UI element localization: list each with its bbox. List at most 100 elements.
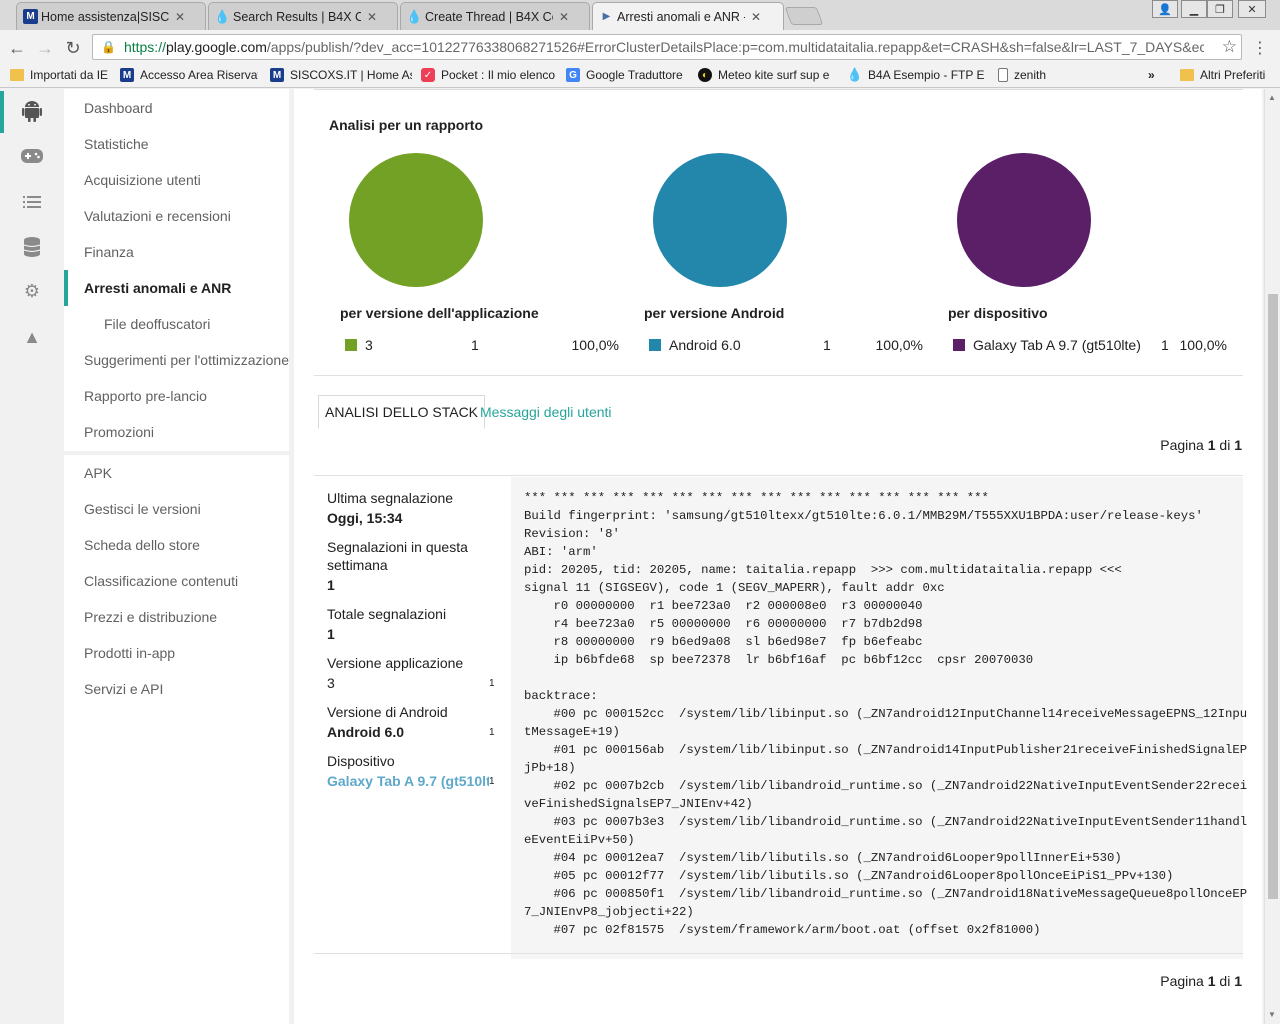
kite-icon: ◐ xyxy=(698,68,712,82)
legend-row: 3 1 100,0% xyxy=(345,337,621,355)
legend-swatch xyxy=(953,339,965,351)
lock-icon: 🔒 xyxy=(101,40,116,54)
crash-summary: Ultima segnalazione Oggi, 15:34 Segnalaz… xyxy=(314,477,510,959)
sidebar-item-pricing-distribution[interactable]: Prezzi e distribuzione xyxy=(64,599,289,635)
sidebar-item-statistics[interactable]: Statistiche xyxy=(64,126,289,162)
play-console-favicon-icon: ▶ xyxy=(602,11,611,22)
tab-stack-analysis[interactable]: ANALISI DELLO STACK xyxy=(318,395,486,429)
tab-title: Home assistenza|SISCOX xyxy=(41,9,169,24)
android-version-count: 1 xyxy=(489,727,495,738)
address-bar[interactable]: 🔒 https://play.google.com/apps/publish/?… xyxy=(92,34,1242,60)
minimize-icon[interactable]: ▁ xyxy=(1181,0,1207,18)
pocket-icon: ✓ xyxy=(421,68,435,82)
sidebar-item-user-acquisition[interactable]: Acquisizione utenti xyxy=(64,162,289,198)
device-pie xyxy=(957,153,1091,287)
tab-user-messages[interactable]: Messaggi degli utenti xyxy=(480,395,612,429)
sidebar-item-deobfuscation-files[interactable]: File deoffuscatori xyxy=(64,306,289,342)
bookmark-star-icon[interactable]: ☆ xyxy=(1222,37,1237,57)
close-icon[interactable]: ✕ xyxy=(367,10,377,24)
siscox-favicon-icon: M xyxy=(120,68,134,82)
sidebar-item-optimization-tips[interactable]: Suggerimenti per l'ottimizzazione xyxy=(64,342,289,378)
legend-row: Android 6.0 1 100,0% xyxy=(649,337,925,355)
page-scrollbar[interactable]: ▲ ▼ xyxy=(1264,89,1280,1024)
user-profile-icon[interactable]: 👤 xyxy=(1152,0,1178,18)
browser-tab[interactable]: M Home assistenza|SISCOX ✕ xyxy=(16,2,206,30)
device-link[interactable]: Galaxy Tab A 9.7 (gt510lte) xyxy=(327,773,489,789)
close-icon[interactable]: ✕ xyxy=(751,10,761,24)
scroll-thumb[interactable] xyxy=(1268,294,1278,899)
scroll-up-icon[interactable]: ▲ xyxy=(1268,93,1276,102)
folder-icon xyxy=(1180,69,1194,81)
sidebar-item-finance[interactable]: Finanza xyxy=(64,234,289,270)
app-version-heading: per versione dell'applicazione xyxy=(340,305,539,321)
bookmark-item[interactable]: zenith xyxy=(998,68,1046,82)
app-icon-rail: ⚙ ▲ xyxy=(0,89,64,1024)
browser-tab[interactable]: 💧 Create Thread | B4X Com ✕ xyxy=(400,2,590,30)
sidebar-item-store-listing[interactable]: Scheda dello store xyxy=(64,527,289,563)
scroll-down-icon[interactable]: ▼ xyxy=(1268,1010,1276,1019)
bookmark-item[interactable]: M SISCOXS.IT | Home As xyxy=(270,68,412,82)
list-icon[interactable] xyxy=(20,190,44,214)
device-count: 1 xyxy=(489,776,495,787)
rail-active-indicator xyxy=(0,91,4,133)
reload-icon[interactable]: ↻ xyxy=(62,37,84,59)
legend-percent: 100,0% xyxy=(571,337,619,353)
device-label: Dispositivo xyxy=(327,753,395,769)
gear-icon[interactable]: ⚙ xyxy=(20,279,44,303)
tab-title: Search Results | B4X Com xyxy=(233,9,361,24)
back-arrow-icon[interactable]: ← xyxy=(6,37,28,59)
weekly-reports-label: Segnalazioni in questa settimana xyxy=(327,539,468,573)
nav-group-release: APK Gestisci le versioni Scheda dello st… xyxy=(64,455,289,708)
browser-tab-bar: M Home assistenza|SISCOX ✕ 💧 Search Resu… xyxy=(0,0,1280,30)
android-version-heading: per versione Android xyxy=(644,305,785,321)
device-heading: per dispositivo xyxy=(948,305,1048,321)
legend-percent: 100,0% xyxy=(1179,337,1227,353)
app-version-pie xyxy=(349,153,483,287)
bookmark-item[interactable]: 💧 B4A Esempio - FTP Es xyxy=(846,67,984,82)
sidebar-item-promotions[interactable]: Promozioni xyxy=(64,414,289,450)
bookmark-item[interactable]: ◐ Meteo kite surf sup e xyxy=(698,68,829,82)
close-icon[interactable]: ✕ xyxy=(175,10,185,24)
b4x-favicon-icon: 💧 xyxy=(846,67,864,82)
pagination-bottom: Pagina 1 di 1 xyxy=(1160,973,1242,989)
tab-title: Create Thread | B4X Com xyxy=(425,9,553,24)
gamepad-icon[interactable] xyxy=(20,144,44,168)
database-icon[interactable] xyxy=(20,235,44,259)
new-tab-button[interactable] xyxy=(784,7,824,25)
bookmark-item[interactable]: Importati da IE xyxy=(10,68,108,82)
sidebar-item-services-apis[interactable]: Servizi e API xyxy=(64,671,289,707)
close-window-icon[interactable]: ✕ xyxy=(1238,0,1266,18)
nav-group-app: Dashboard Statistiche Acquisizione utent… xyxy=(64,89,289,451)
stack-trace-panel: *** *** *** *** *** *** *** *** *** *** … xyxy=(511,477,1247,959)
more-bookmarks-button[interactable]: » xyxy=(1148,68,1155,82)
sidebar-item-ratings-reviews[interactable]: Valutazioni e recensioni xyxy=(64,198,289,234)
browser-menu-icon[interactable]: ⋮ xyxy=(1252,38,1268,58)
sidebar-item-content-rating[interactable]: Classificazione contenuti xyxy=(64,563,289,599)
total-reports-label: Totale segnalazioni xyxy=(327,606,447,622)
bookmark-item[interactable]: M Accesso Area Riservat xyxy=(120,68,258,82)
warning-icon[interactable]: ▲ xyxy=(20,325,44,349)
legend-row: Galaxy Tab A 9.7 (gt510lte) 1 100,0% xyxy=(953,337,1229,355)
sidebar-item-pre-launch-report[interactable]: Rapporto pre-lancio xyxy=(64,378,289,414)
nav-filler xyxy=(64,708,289,1024)
sidebar-item-apk[interactable]: APK xyxy=(64,455,289,491)
folder-icon xyxy=(10,69,24,81)
address-url[interactable]: https://play.google.com/apps/publish/?de… xyxy=(124,39,1204,55)
sidebar-item-dashboard[interactable]: Dashboard xyxy=(64,90,289,126)
restore-icon[interactable]: ❐ xyxy=(1207,0,1233,18)
browser-tab-active[interactable]: ▶ Arresti anomali e ANR - ✕ xyxy=(592,2,784,30)
legend-name: 3 xyxy=(365,337,373,353)
forward-arrow-icon[interactable]: → xyxy=(34,37,56,59)
android-icon[interactable] xyxy=(20,100,44,124)
browser-tab[interactable]: 💧 Search Results | B4X Com ✕ xyxy=(208,2,398,30)
play-console-page: ⚙ ▲ Dashboard Statistiche Acquisizione u… xyxy=(0,89,1280,1024)
other-bookmarks-folder[interactable]: Altri Preferiti xyxy=(1180,68,1265,82)
sidebar-item-in-app-products[interactable]: Prodotti in-app xyxy=(64,635,289,671)
pagination-top: Pagina 1 di 1 xyxy=(1160,437,1242,453)
close-icon[interactable]: ✕ xyxy=(559,10,569,24)
bookmark-item[interactable]: G Google Traduttore xyxy=(566,68,683,82)
bookmark-item[interactable]: ✓ Pocket : Il mio elenco xyxy=(421,68,555,82)
divider xyxy=(314,953,1243,954)
sidebar-item-manage-releases[interactable]: Gestisci le versioni xyxy=(64,491,289,527)
sidebar-item-crashes-anr[interactable]: Arresti anomali e ANR xyxy=(64,270,289,306)
